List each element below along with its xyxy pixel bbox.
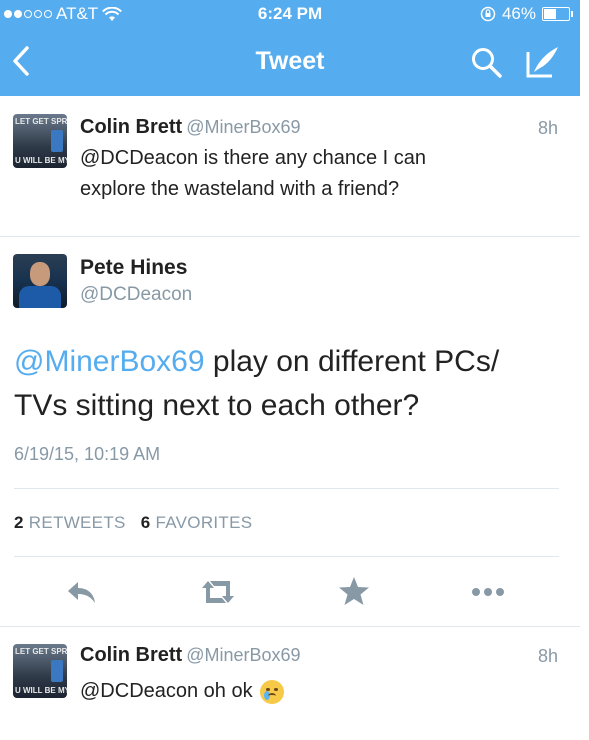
- avatar-caption-top: LET GET SPRINK: [15, 647, 67, 656]
- avatar[interactable]: [13, 254, 67, 308]
- avatar[interactable]: LET GET SPRINK U WILL BE MY: [13, 114, 67, 168]
- tweet-text-line: explore the wasteland with a friend?: [80, 178, 400, 200]
- status-right: 46%: [480, 4, 573, 24]
- tweet-text-line: TVs sitting next to each other?: [14, 389, 420, 422]
- tweet-text-line: @DCDeacon is there any chance I can: [80, 147, 427, 169]
- author-name[interactable]: Colin Brett: [80, 116, 182, 138]
- mention-link[interactable]: @MinerBox69: [14, 345, 205, 378]
- reply-icon[interactable]: [64, 574, 100, 610]
- avatar[interactable]: LET GET SPRINK U WILL BE MY: [13, 644, 67, 698]
- favorites-count: 6: [140, 513, 151, 532]
- compose-icon[interactable]: [524, 44, 562, 80]
- tweet-author: Colin Brett @MinerBox69: [80, 644, 301, 667]
- tweet-text-line: @DCDeacon oh ok: [80, 680, 253, 702]
- tweet-time: 8h: [537, 118, 558, 138]
- search-icon[interactable]: [470, 46, 504, 80]
- favorites-stat[interactable]: 6 FAVORITES: [141, 513, 253, 532]
- tweet-author: Colin Brett @MinerBox69: [80, 116, 301, 139]
- author-handle[interactable]: @DCDeacon: [80, 284, 192, 306]
- divider: [0, 236, 580, 237]
- retweets-stat[interactable]: 2 RETWEETS: [14, 513, 126, 532]
- tweet-text: @DCDeacon oh ok: [80, 676, 560, 707]
- tweet-text-line: play on different PCs/: [204, 345, 500, 378]
- tweet-time: 8h: [537, 646, 558, 666]
- avatar-caption-bottom: U WILL BE MY: [15, 156, 67, 165]
- main-tweet-text: @MinerBox69 play on different PCs/ TVs s…: [14, 340, 574, 428]
- divider: [14, 488, 559, 489]
- tweet-text: @DCDeacon is there any chance I can expl…: [80, 143, 560, 205]
- avatar-caption-bottom: U WILL BE MY: [15, 686, 67, 695]
- author-handle[interactable]: @MinerBox69: [186, 117, 300, 137]
- reply-tweet-below[interactable]: LET GET SPRINK U WILL BE MY Colin Brett@…: [0, 626, 580, 740]
- more-icon[interactable]: [468, 574, 508, 610]
- battery-icon: [542, 7, 573, 21]
- tweet-stats: 2 RETWEETS 6 FAVORITES: [14, 513, 252, 533]
- author-handle[interactable]: @MinerBox69: [186, 645, 300, 665]
- retweet-icon[interactable]: [196, 574, 240, 610]
- avatar-caption-top: LET GET SPRINK: [15, 117, 67, 126]
- favorites-label: FAVORITES: [155, 513, 253, 532]
- battery-percent: 46%: [501, 4, 536, 23]
- author-name[interactable]: Pete Hines: [80, 256, 187, 280]
- top-bar: AT&T 6:24 PM 46% Tweet: [0, 0, 580, 96]
- reply-tweet-above[interactable]: LET GET SPRINK U WILL BE MY Colin Brett@…: [0, 96, 580, 236]
- retweets-label: RETWEETS: [28, 513, 126, 532]
- rotation-lock-icon: [480, 6, 496, 22]
- favorite-icon[interactable]: [336, 574, 372, 610]
- divider: [14, 556, 559, 557]
- author-name[interactable]: Colin Brett: [80, 644, 182, 666]
- crying-face-icon: [260, 679, 285, 704]
- tweet-timestamp: 6/19/15, 10:19 AM: [14, 444, 161, 464]
- retweets-count: 2: [14, 513, 24, 532]
